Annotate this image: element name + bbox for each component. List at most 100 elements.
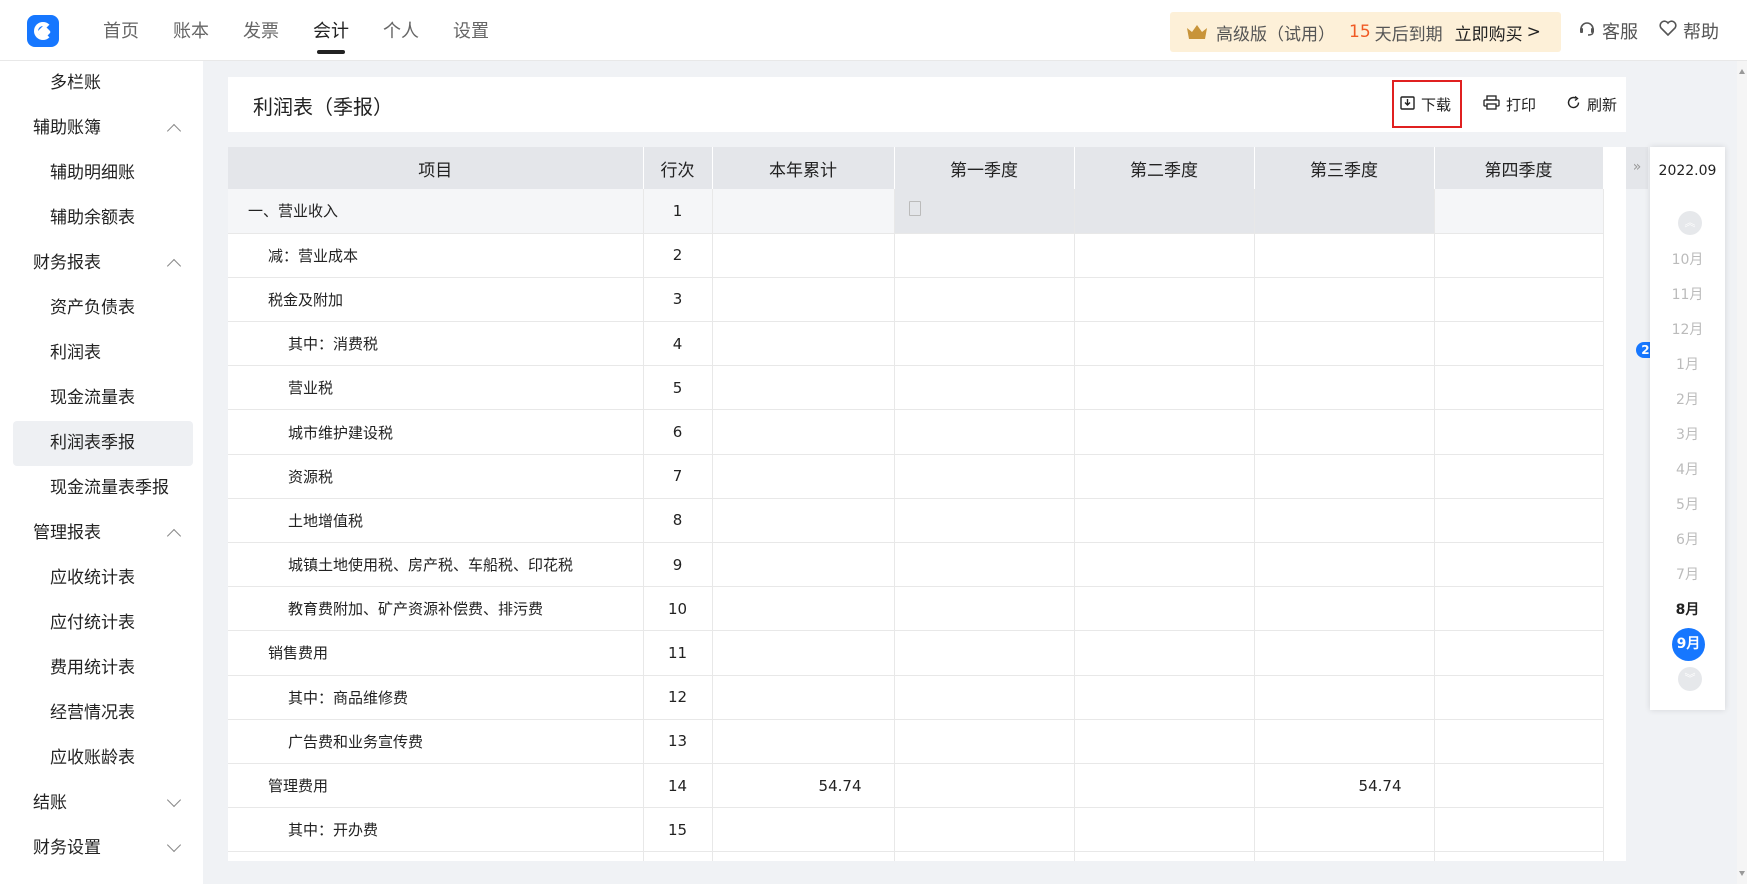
cell-q3[interactable] — [1254, 233, 1435, 278]
cell-q3[interactable] — [1254, 542, 1435, 588]
buy-now-link[interactable]: 立即购买 — [1455, 20, 1523, 45]
cell-q1[interactable] — [894, 454, 1075, 499]
cell-q3[interactable] — [1254, 454, 1435, 499]
cell-q1[interactable] — [894, 277, 1075, 323]
cell-ytd[interactable] — [712, 498, 895, 544]
cell-q4[interactable] — [1434, 321, 1604, 367]
nav-item-invoice[interactable]: 发票 — [226, 0, 296, 61]
month-mar[interactable]: 3月 — [1650, 424, 1725, 444]
refresh-button[interactable]: 刷新 — [1566, 77, 1617, 132]
sidebar-item-cash-flow-quarterly[interactable]: 现金流量表季报 — [13, 466, 193, 511]
month-sep-selected[interactable]: 9月 — [1672, 628, 1705, 661]
cell-q4[interactable] — [1434, 277, 1604, 323]
sidebar-item-income-quarterly[interactable]: 利润表季报 — [13, 421, 193, 466]
cell-q4[interactable] — [1434, 233, 1604, 278]
sidebar-group-closing[interactable]: 结账 — [13, 781, 193, 826]
month-may[interactable]: 5月 — [1650, 494, 1725, 514]
month-nov[interactable]: 11月 — [1650, 284, 1725, 304]
cell-ytd[interactable] — [712, 233, 895, 278]
cell-q2[interactable] — [1074, 763, 1255, 809]
cell-ytd[interactable]: 54.74 — [712, 763, 895, 809]
cell-q2[interactable] — [1074, 719, 1255, 764]
month-oct[interactable]: 10月 — [1650, 249, 1725, 269]
cell-q4[interactable] — [1434, 454, 1604, 499]
cell-q1[interactable] — [894, 542, 1075, 588]
cell-q3[interactable] — [1254, 719, 1435, 764]
sidebar-item-multi-column-ledger[interactable]: 多栏账 — [13, 61, 193, 106]
page-scrollbar[interactable] — [1737, 61, 1747, 884]
scroll-down-arrow-icon[interactable] — [1739, 871, 1745, 876]
cell-q1[interactable] — [894, 675, 1075, 720]
scroll-up-icon[interactable]: ︽ — [1678, 211, 1702, 235]
cell-q1[interactable] — [894, 763, 1075, 809]
cell-ytd[interactable] — [712, 454, 895, 499]
cell-q2[interactable] — [1074, 498, 1255, 544]
cell-q2[interactable] — [1074, 586, 1255, 632]
month-jul[interactable]: 7月 — [1650, 564, 1725, 584]
cell-q4[interactable] — [1434, 498, 1604, 544]
cell-ytd[interactable] — [712, 586, 895, 632]
cell-q2[interactable] — [1074, 233, 1255, 278]
sidebar-item-cash-flow[interactable]: 现金流量表 — [13, 376, 193, 421]
collapse-panel-button[interactable]: » — [1626, 147, 1648, 189]
month-aug[interactable]: 8月 — [1650, 599, 1725, 619]
cell-q3[interactable] — [1254, 189, 1435, 234]
scroll-up-arrow-icon[interactable] — [1739, 69, 1745, 74]
cell-q3[interactable] — [1254, 586, 1435, 632]
cell-q4[interactable] — [1434, 409, 1604, 455]
sidebar-item-receivables-stats[interactable]: 应收统计表 — [13, 556, 193, 601]
nav-item-personal[interactable]: 个人 — [366, 0, 436, 61]
cell-q2[interactable] — [1074, 365, 1255, 411]
cell-q4[interactable] — [1434, 675, 1604, 720]
sidebar-item-operations-report[interactable]: 经营情况表 — [13, 691, 193, 736]
cell-ytd[interactable] — [712, 675, 895, 720]
cell-ytd[interactable] — [712, 630, 895, 676]
cell-q1[interactable] — [894, 851, 1075, 861]
sidebar-item-payables-stats[interactable]: 应付统计表 — [13, 601, 193, 646]
customer-service-link[interactable]: 客服 — [1578, 0, 1638, 61]
cell-ytd[interactable] — [712, 542, 895, 588]
cell-q1[interactable] — [894, 233, 1075, 278]
cell-q1[interactable] — [894, 409, 1075, 455]
app-logo-icon[interactable] — [27, 15, 59, 47]
cell-q3[interactable] — [1254, 675, 1435, 720]
nav-item-accounting[interactable]: 会计 — [296, 0, 366, 61]
cell-q4[interactable] — [1434, 586, 1604, 632]
cell-q4[interactable] — [1434, 807, 1604, 853]
cell-q3[interactable] — [1254, 365, 1435, 411]
cell-q1[interactable] — [894, 630, 1075, 676]
cell-q3[interactable] — [1254, 630, 1435, 676]
current-period[interactable]: 2022.09 — [1650, 147, 1725, 195]
cell-q1[interactable] — [894, 586, 1075, 632]
print-button[interactable]: 打印 — [1483, 77, 1536, 132]
download-button[interactable]: 下载 — [1400, 77, 1451, 132]
sidebar-item-expense-stats[interactable]: 费用统计表 — [13, 646, 193, 691]
cell-q1[interactable] — [894, 498, 1075, 544]
document-icon[interactable] — [908, 201, 921, 217]
sidebar-item-income-statement[interactable]: 利润表 — [13, 331, 193, 376]
cell-q4[interactable] — [1434, 763, 1604, 809]
month-dec[interactable]: 12月 — [1650, 319, 1725, 339]
cell-q2[interactable] — [1074, 851, 1255, 861]
scroll-down-icon[interactable]: ︾ — [1678, 667, 1702, 691]
sidebar-group-management-reports[interactable]: 管理报表 — [13, 511, 193, 556]
cell-q4[interactable] — [1434, 719, 1604, 764]
cell-q4[interactable] — [1434, 365, 1604, 411]
sidebar-group-financial-settings[interactable]: 财务设置 — [13, 826, 193, 871]
cell-ytd[interactable] — [712, 851, 895, 861]
cell-q4[interactable] — [1434, 189, 1604, 234]
cell-ytd[interactable] — [712, 321, 895, 367]
cell-q1[interactable] — [894, 321, 1075, 367]
cell-q2[interactable] — [1074, 409, 1255, 455]
help-link[interactable]: 帮助 — [1659, 0, 1719, 61]
cell-q2[interactable] — [1074, 675, 1255, 720]
cell-q3[interactable] — [1254, 277, 1435, 323]
cell-q2[interactable] — [1074, 630, 1255, 676]
sidebar-item-receivables-aging[interactable]: 应收账龄表 — [13, 736, 193, 781]
nav-item-settings[interactable]: 设置 — [436, 0, 506, 61]
cell-q1[interactable] — [894, 365, 1075, 411]
cell-ytd[interactable] — [712, 409, 895, 455]
cell-q3[interactable]: 54.74 — [1254, 763, 1435, 809]
sidebar-item-auxiliary-detail[interactable]: 辅助明细账 — [13, 151, 193, 196]
cell-q2[interactable] — [1074, 542, 1255, 588]
